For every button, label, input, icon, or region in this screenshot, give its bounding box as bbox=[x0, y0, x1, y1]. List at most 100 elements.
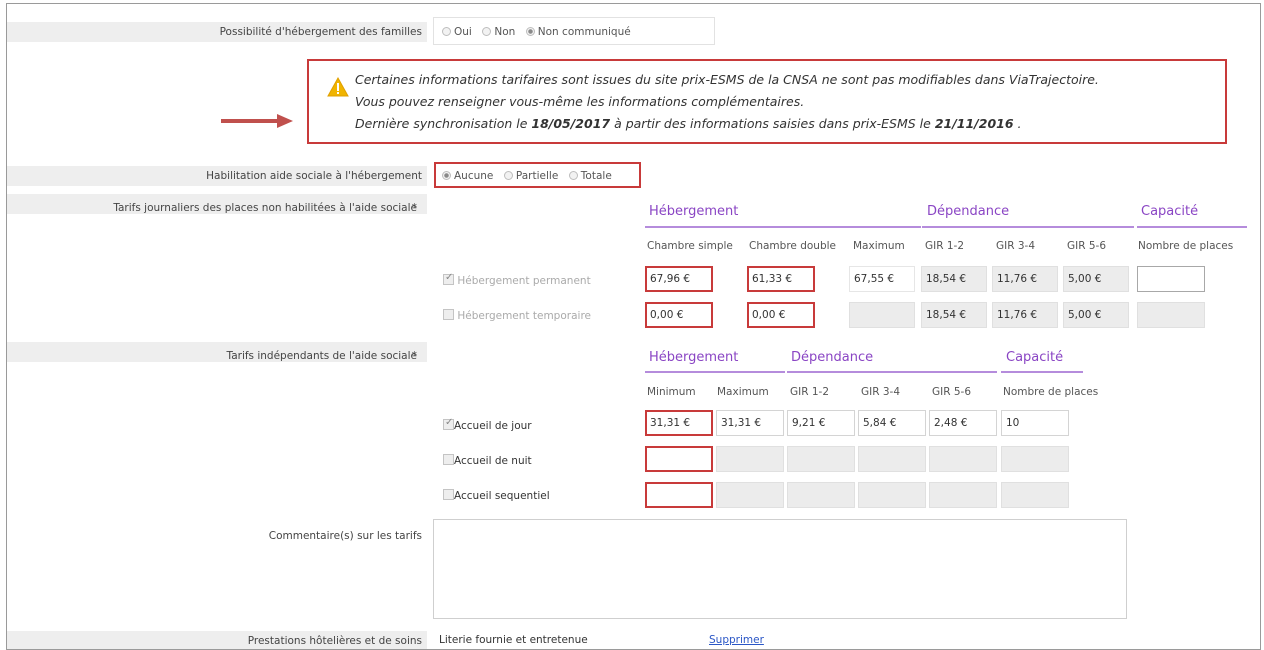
tarifs-independants-text: Tarifs indépendants de l'aide sociale bbox=[226, 350, 417, 362]
notice-line-2: Vous pouvez renseigner vous-même les inf… bbox=[355, 94, 805, 109]
warning-icon bbox=[327, 77, 349, 97]
nombre-places-nuit bbox=[1001, 446, 1069, 472]
section-capacite: Capacité bbox=[1006, 350, 1064, 365]
section-underline bbox=[787, 371, 997, 373]
row-accueil-de-nuit: Accueil de nuit bbox=[443, 454, 532, 467]
input-maximum-jour[interactable]: 31,31 € bbox=[716, 410, 784, 436]
input-nombre-places-permanent[interactable] bbox=[1137, 266, 1205, 292]
col-gir-1-2: GIR 1-2 bbox=[790, 386, 830, 398]
section-dependance: Dépendance bbox=[927, 204, 1010, 219]
radio-totale[interactable] bbox=[568, 171, 578, 180]
field-label-row: Prestations hôtelières et de soins bbox=[7, 631, 427, 649]
checkbox-accueil-de-nuit[interactable] bbox=[443, 454, 454, 465]
input-minimum-nuit[interactable] bbox=[645, 446, 713, 472]
prestations-label: Prestations hôtelières et de soins bbox=[247, 635, 422, 647]
section-underline bbox=[1137, 226, 1247, 228]
radio-non[interactable] bbox=[482, 27, 492, 36]
input-chambre-double-permanent[interactable]: 61,33 € bbox=[747, 266, 815, 292]
row-hebergement-temporaire: Hébergement temporaire bbox=[443, 309, 591, 322]
field-label-row: Tarifs journaliers des places non habili… bbox=[7, 194, 427, 214]
row-label: Accueil de jour bbox=[454, 420, 532, 432]
input-chambre-double-temporaire[interactable]: 0,00 € bbox=[747, 302, 815, 328]
gir-1-2-permanent: 18,54 € bbox=[921, 266, 987, 292]
section-hebergement: Hébergement bbox=[649, 350, 739, 365]
checkbox-accueil-de-jour[interactable] bbox=[443, 417, 454, 430]
gir-5-6-permanent: 5,00 € bbox=[1063, 266, 1129, 292]
supprimer-link[interactable]: Supprimer bbox=[709, 634, 764, 646]
notice-line-1: Certaines informations tarifaires sont i… bbox=[355, 72, 1099, 87]
section-dependance: Dépendance bbox=[791, 350, 874, 365]
col-gir-3-4: GIR 3-4 bbox=[861, 386, 901, 398]
sync-date: 18/05/2017 bbox=[531, 116, 611, 131]
checkbox-accueil-sequentiel[interactable] bbox=[443, 489, 454, 500]
commentaires-label: Commentaire(s) sur les tarifs bbox=[268, 530, 422, 542]
required-marker: * bbox=[411, 350, 417, 362]
habilitation-radio-group: Aucune Partielle Totale bbox=[434, 162, 641, 188]
field-label-row: Tarifs indépendants de l'aide sociale * bbox=[7, 342, 427, 362]
section-capacite: Capacité bbox=[1141, 204, 1199, 219]
radio-non-communique[interactable] bbox=[525, 27, 535, 36]
input-minimum-jour[interactable]: 31,31 € bbox=[645, 410, 713, 436]
tarifs-non-habilitees-text: Tarifs journaliers des places non habili… bbox=[113, 202, 417, 214]
section-underline bbox=[1001, 371, 1083, 373]
esms-date: 21/11/2016 bbox=[934, 116, 1014, 131]
row-accueil-de-jour: Accueil de jour bbox=[443, 417, 532, 432]
maximum-sequentiel bbox=[716, 482, 784, 508]
col-gir-3-4: GIR 3-4 bbox=[996, 240, 1036, 252]
col-maximum: Maximum bbox=[853, 240, 905, 252]
gir-3-4-temporaire: 11,76 € bbox=[992, 302, 1058, 328]
hebergement-familles-radio-group: Oui Non Non communiqué bbox=[433, 17, 715, 45]
radio-aucune[interactable] bbox=[442, 171, 451, 180]
gir-1-2-nuit bbox=[787, 446, 855, 472]
prestation-item: Literie fournie et entretenue bbox=[439, 634, 588, 646]
hebergement-familles-label: Possibilité d'hébergement des familles bbox=[219, 26, 422, 38]
input-chambre-simple-permanent[interactable]: 67,96 € bbox=[645, 266, 713, 292]
radio-non-label: Non bbox=[494, 26, 516, 38]
notice-line-3-end: . bbox=[1013, 116, 1022, 131]
radio-non-communique-label: Non communiqué bbox=[537, 26, 631, 38]
gir-1-2-sequentiel bbox=[787, 482, 855, 508]
input-minimum-sequentiel[interactable] bbox=[645, 482, 713, 508]
row-label: Accueil de nuit bbox=[454, 455, 532, 467]
gir-3-4-sequentiel bbox=[858, 482, 926, 508]
radio-aucune-label: Aucune bbox=[454, 170, 494, 182]
radio-partielle-label: Partielle bbox=[515, 170, 559, 182]
habilitation-label: Habilitation aide sociale à l'hébergemen… bbox=[206, 170, 422, 182]
col-gir-5-6: GIR 5-6 bbox=[1067, 240, 1107, 252]
row-accueil-sequentiel: Accueil sequentiel bbox=[443, 489, 550, 502]
section-underline bbox=[922, 226, 1134, 228]
section-underline bbox=[645, 371, 785, 373]
gir-1-2-temporaire: 18,54 € bbox=[921, 302, 987, 328]
gir-5-6-temporaire: 5,00 € bbox=[1063, 302, 1129, 328]
row-label: Hébergement permanent bbox=[457, 275, 591, 287]
radio-partielle[interactable] bbox=[503, 171, 513, 180]
gir-5-6-nuit bbox=[929, 446, 997, 472]
input-gir-3-4-jour[interactable]: 5,84 € bbox=[858, 410, 926, 436]
input-gir-1-2-jour[interactable]: 9,21 € bbox=[787, 410, 855, 436]
notice-line-3: Dernière synchronisation le 18/05/2017 à… bbox=[355, 113, 1099, 135]
row-hebergement-permanent: Hébergement permanent bbox=[443, 272, 591, 287]
row-label: Accueil sequentiel bbox=[454, 490, 550, 502]
notice-line-3-text-2: à partir des informations saisies dans p… bbox=[610, 116, 935, 131]
col-maximum: Maximum bbox=[717, 386, 769, 398]
maximum-nuit bbox=[716, 446, 784, 472]
input-nombre-places-jour[interactable]: 10 bbox=[1001, 410, 1069, 436]
col-gir-1-2: GIR 1-2 bbox=[925, 240, 965, 252]
input-gir-5-6-jour[interactable]: 2,48 € bbox=[929, 410, 997, 436]
section-hebergement: Hébergement bbox=[649, 204, 739, 219]
col-gir-5-6: GIR 5-6 bbox=[932, 386, 972, 398]
row-label: Hébergement temporaire bbox=[457, 310, 591, 322]
required-marker: * bbox=[411, 202, 417, 214]
checkbox-hebergement-permanent[interactable] bbox=[443, 272, 454, 285]
tarifs-form: Possibilité d'hébergement des familles O… bbox=[6, 3, 1261, 650]
commentaires-textarea[interactable] bbox=[433, 519, 1127, 619]
input-chambre-simple-temporaire[interactable]: 0,00 € bbox=[645, 302, 713, 328]
col-minimum: Minimum bbox=[647, 386, 696, 398]
maximum-temporaire bbox=[849, 302, 915, 328]
checkbox-hebergement-temporaire[interactable] bbox=[443, 309, 454, 320]
radio-oui[interactable] bbox=[442, 27, 451, 36]
field-label-row: Habilitation aide sociale à l'hébergemen… bbox=[7, 166, 427, 186]
gir-5-6-sequentiel bbox=[929, 482, 997, 508]
nombre-places-temporaire bbox=[1137, 302, 1205, 328]
maximum-permanent: 67,55 € bbox=[849, 266, 915, 292]
